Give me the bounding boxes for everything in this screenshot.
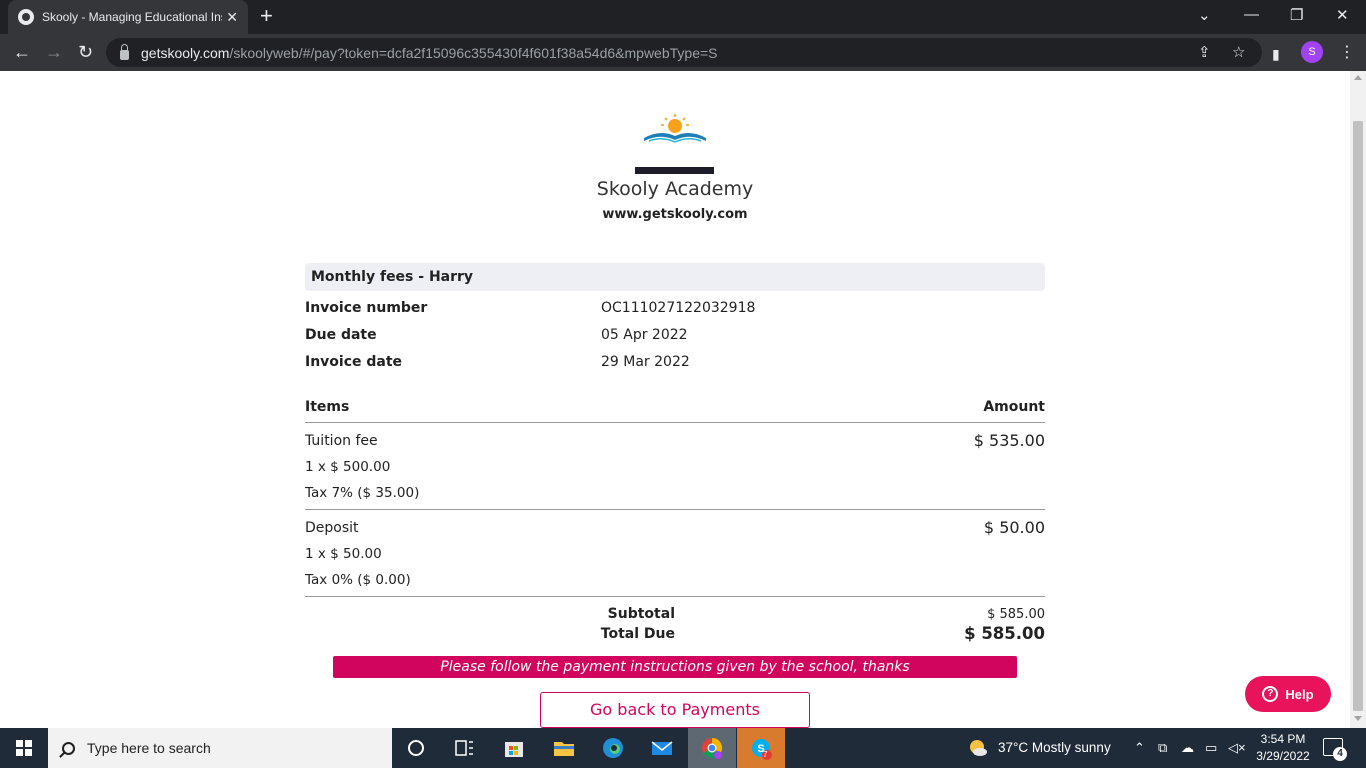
- invoice-date-row: Invoice date 29 Mar 2022: [305, 348, 1045, 375]
- scroll-up-icon[interactable]: [1354, 75, 1362, 80]
- invoice-totals: Subtotal $ 585.00 Total Due $ 585.00: [305, 597, 1045, 647]
- restore-icon[interactable]: ❐: [1290, 6, 1303, 24]
- edge-icon[interactable]: [601, 736, 625, 760]
- help-label: Help: [1285, 686, 1314, 702]
- meta-label: Invoice date: [305, 354, 403, 370]
- scroll-thumb[interactable]: [1353, 121, 1363, 711]
- skype-badge: 7: [763, 750, 768, 759]
- cortana-icon[interactable]: [404, 736, 428, 760]
- meta-value: OC111027122032918: [601, 300, 756, 316]
- task-view-icon[interactable]: [452, 736, 476, 760]
- tab-title: Skooly - Managing Educational Ins: [42, 10, 222, 24]
- browser-titlebar: Skooly - Managing Educational Ins ✕ + ⌄ …: [0, 0, 1366, 34]
- meta-label: Due date: [305, 327, 377, 343]
- new-tab-icon[interactable]: +: [260, 5, 273, 27]
- globe-icon: [18, 9, 34, 25]
- item-name: Tuition fee: [305, 433, 378, 449]
- payment-notice: Please follow the payment instructions g…: [333, 656, 1017, 678]
- amount-header-label: Amount: [983, 399, 1045, 415]
- invoice-number-row: Invoice number OC111027122032918: [305, 294, 1045, 321]
- chevron-up-icon[interactable]: ⌃: [1134, 740, 1145, 756]
- back-to-payments-button[interactable]: Go back to Payments: [540, 692, 810, 728]
- weather-icon[interactable]: [967, 737, 989, 759]
- back-icon[interactable]: ←: [13, 42, 31, 62]
- weather-text[interactable]: 37°C Mostly sunny: [998, 740, 1111, 755]
- item-amount: $ 535.00: [973, 431, 1045, 450]
- page-content: Skooly Academy www.getskooly.com Monthly…: [0, 71, 1350, 728]
- meta-value: 05 Apr 2022: [601, 327, 688, 343]
- items-header-label: Items: [305, 399, 350, 415]
- page-scrollbar[interactable]: [1350, 71, 1366, 728]
- taskbar-search-placeholder: Type here to search: [87, 740, 211, 756]
- invoice: Monthly fees - Harry Invoice number OC11…: [305, 263, 1045, 647]
- school-name: Skooly Academy: [596, 178, 754, 200]
- items-header: Items Amount: [305, 389, 1045, 423]
- item-tax: Tax 7% ($ 35.00): [305, 485, 420, 501]
- skype-taskbar-button[interactable]: S 7: [737, 728, 785, 768]
- browser-tab[interactable]: Skooly - Managing Educational Ins ✕: [8, 0, 248, 34]
- clock-time: 3:54 PM: [1260, 732, 1306, 746]
- item-quantity: 1 x $ 50.00: [305, 546, 382, 562]
- browser-toolbar: ← → ↻ getskooly.com/skoolyweb/#/pay?toke…: [0, 34, 1366, 71]
- chrome-icon: [702, 737, 723, 759]
- subtotal-value: $ 585.00: [987, 607, 1045, 622]
- search-icon: [62, 741, 75, 755]
- volume-muted-icon[interactable]: ◁×: [1228, 740, 1246, 756]
- taskbar-search[interactable]: Type here to search: [48, 728, 392, 768]
- forward-icon[interactable]: →: [45, 42, 63, 62]
- subtotal-label: Subtotal: [607, 606, 675, 622]
- item-quantity: 1 x $ 500.00: [305, 459, 391, 475]
- minimize-icon[interactable]: —: [1244, 6, 1259, 23]
- address-bar[interactable]: getskooly.com/skoolyweb/#/pay?token=dcfa…: [106, 38, 1262, 67]
- tab-search-icon[interactable]: ⌄: [1198, 6, 1211, 24]
- lock-icon[interactable]: [120, 43, 129, 60]
- menu-icon[interactable]: ⋮: [1339, 42, 1355, 62]
- windows-start-icon[interactable]: [16, 740, 32, 756]
- onedrive-icon[interactable]: ☁: [1181, 740, 1194, 756]
- meta-label: Invoice number: [305, 300, 428, 316]
- meta-value: 29 Mar 2022: [601, 354, 690, 370]
- skype-icon: S: [752, 739, 772, 760]
- item-amount: $ 50.00: [983, 518, 1045, 537]
- share-icon[interactable]: ⇪: [1198, 43, 1211, 61]
- close-window-icon[interactable]: ✕: [1336, 6, 1349, 24]
- notification-count: 4: [1333, 747, 1347, 761]
- url-text[interactable]: getskooly.com/skoolyweb/#/pay?token=dcfa…: [141, 45, 718, 61]
- due-date-row: Due date 05 Apr 2022: [305, 321, 1045, 348]
- reload-icon[interactable]: ↻: [78, 42, 93, 62]
- taskbar: Type here to search S 7 37°C Mostly sunn…: [0, 728, 1366, 768]
- taskbar-clock[interactable]: 3:54 PM 3/29/2022: [1252, 731, 1314, 765]
- invoice-title: Monthly fees - Harry: [305, 263, 1045, 291]
- total-due-label: Total Due: [600, 626, 675, 642]
- microsoft-store-icon[interactable]: [502, 736, 526, 760]
- line-item: Tuition fee $ 535.00 1 x $ 500.00 Tax 7%…: [305, 423, 1045, 510]
- star-icon[interactable]: ☆: [1232, 43, 1245, 61]
- logo-caption-strip: [635, 167, 714, 174]
- clock-date: 3/29/2022: [1256, 749, 1310, 763]
- close-tab-icon[interactable]: ✕: [226, 9, 238, 26]
- avatar[interactable]: S: [1301, 41, 1323, 63]
- line-item: Deposit $ 50.00 1 x $ 50.00 Tax 0% ($ 0.…: [305, 510, 1045, 597]
- meet-now-icon[interactable]: ⧉: [1158, 740, 1167, 756]
- sidepanel-icon[interactable]: ▮: [1272, 44, 1280, 64]
- help-icon: ?: [1262, 686, 1279, 702]
- chrome-taskbar-button[interactable]: [688, 728, 736, 768]
- network-icon[interactable]: ▭: [1205, 740, 1217, 756]
- school-website: www.getskooly.com: [602, 207, 748, 222]
- scroll-down-icon[interactable]: [1354, 716, 1362, 721]
- file-explorer-icon[interactable]: [552, 736, 576, 760]
- item-tax: Tax 0% ($ 0.00): [305, 572, 411, 588]
- item-name: Deposit: [305, 520, 359, 536]
- school-logo: [644, 114, 706, 143]
- help-button[interactable]: ? Help: [1245, 676, 1331, 712]
- mail-icon[interactable]: [650, 736, 674, 760]
- total-due-value: $ 585.00: [964, 624, 1045, 643]
